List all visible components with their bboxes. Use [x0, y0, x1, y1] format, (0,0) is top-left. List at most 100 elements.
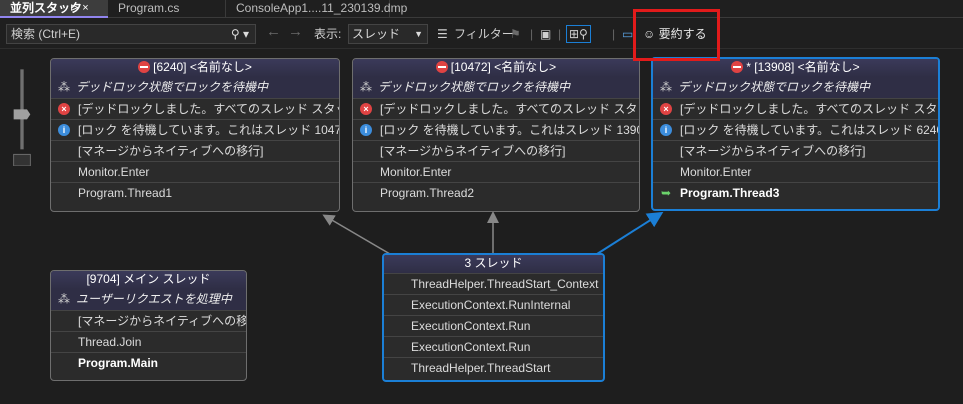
error-icon: × — [360, 103, 372, 115]
stack-frame-text: [ロック を待機しています。これはスレッド 6240 によって — [680, 123, 938, 137]
node-header: 3 スレッド — [384, 255, 603, 273]
tab-label: Program.cs — [118, 1, 180, 15]
summarize-button[interactable]: ☺ 要約する — [639, 22, 713, 47]
stack-frame[interactable]: ThreadHelper.ThreadStart_Context — [384, 273, 603, 294]
tab-parallel-stacks[interactable]: 並列スタック ⊳ × — [0, 0, 108, 18]
stack-frame[interactable]: [マネージからネイティブへの移行] — [51, 140, 339, 161]
node-status: ⁂ デッドロック状態でロックを待機中 — [51, 77, 339, 98]
save-icon[interactable]: ▭ — [622, 25, 633, 43]
node-status: ⁂ デッドロック状態でロックを待機中 — [653, 77, 938, 98]
node-header: [6240] <名前なし> — [51, 59, 339, 77]
toolbar-separator: | — [612, 27, 616, 41]
stack-frame-text: Thread.Join — [78, 335, 142, 349]
stack-frame[interactable]: Program.Main — [51, 352, 246, 373]
error-icon — [731, 61, 744, 73]
pin-close-icons[interactable]: ⊳ × — [70, 0, 89, 17]
stack-node-shared[interactable]: 3 スレッド ThreadHelper.ThreadStart_Context … — [382, 253, 605, 382]
back-arrow-icon[interactable]: ← — [266, 23, 281, 41]
toolbar: 検索 (Ctrl+E) ⚲ ▾ ← → 表示: スレッド ▼ ☰ フィルター ⚑… — [0, 19, 963, 49]
stack-frame[interactable]: ExecutionContext.Run — [384, 336, 603, 357]
stack-frame-text: [マネージからネイティブへの移行] — [680, 144, 866, 158]
node-header: [10472] <名前なし> — [353, 59, 639, 77]
info-icon: i — [360, 124, 372, 136]
stack-frame[interactable]: Monitor.Enter — [653, 161, 938, 182]
stack-frame[interactable]: i [ロック を待機しています。これはスレッド 6240 によって — [653, 119, 938, 140]
stack-frame-text: [デッドロックしました。すべてのスレッド スタックを表示す — [680, 102, 938, 116]
stack-frame[interactable]: Thread.Join — [51, 331, 246, 352]
search-input[interactable]: 検索 (Ctrl+E) ⚲ ▾ — [6, 24, 256, 44]
stack-frame-text: [ロック を待機しています。これはスレッド 10472 によって — [78, 123, 339, 137]
stack-frame-text: Program.Thread3 — [680, 186, 780, 200]
stack-frame-text: [ロック を待機しています。これはスレッド 13908 によって — [380, 123, 639, 137]
info-icon: i — [660, 124, 672, 136]
zoom-slider[interactable] — [10, 66, 34, 166]
stack-frame-text: [マネージからネイティブへの移行] — [78, 314, 246, 328]
forward-arrow-icon[interactable]: → — [288, 23, 303, 41]
stack-frame-text: ExecutionContext.RunInternal — [411, 298, 571, 312]
copilot-icon: ☺ — [643, 27, 656, 41]
error-icon — [435, 61, 448, 73]
stack-frame[interactable]: [マネージからネイティブへの移行] — [653, 140, 938, 161]
tab-label: ConsoleApp1....11_230139.dmp — [236, 1, 408, 15]
stack-frame[interactable]: ExecutionContext.RunInternal — [384, 294, 603, 315]
stack-frame-text: Monitor.Enter — [78, 165, 150, 179]
error-icon: × — [660, 103, 672, 115]
node-status: ⁂ ユーザーリクエストを処理中 — [51, 289, 246, 310]
sparkle-icon: ⁂ — [58, 292, 70, 306]
stack-frame-text: [デッドロックしました。すべてのスレッド スタックを表示す — [380, 102, 639, 116]
stack-frame[interactable]: [マネージからネイティブへの移行] — [353, 140, 639, 161]
method-view-icon[interactable]: ⊞⚲ — [566, 25, 591, 43]
stack-frame-text: Monitor.Enter — [680, 165, 752, 179]
tab-program-cs[interactable]: Program.cs — [108, 0, 226, 18]
filter-icon[interactable]: ☰ — [437, 25, 448, 43]
stack-node-thread-10472[interactable]: [10472] <名前なし> ⁂ デッドロック状態でロックを待機中 × [デッドロッ… — [352, 58, 640, 212]
node-header: * [13908] <名前なし> — [653, 59, 938, 77]
stack-frame-text: ExecutionContext.Run — [411, 340, 531, 354]
chevron-down-icon: ▼ — [414, 29, 423, 39]
stack-frame-text: [デッドロックしました。すべてのスレッド スタックを表示す — [78, 102, 339, 116]
current-frame-arrow-icon: ➥ — [660, 186, 672, 200]
stack-frame[interactable]: Program.Thread1 — [51, 182, 339, 203]
sparkle-icon: ⁂ — [660, 80, 672, 94]
stack-frame[interactable]: ExecutionContext.Run — [384, 315, 603, 336]
external-code-icon[interactable]: ▣ — [540, 25, 551, 43]
stack-frame-text: Program.Thread1 — [78, 186, 173, 200]
tab-dump-file[interactable]: ConsoleApp1....11_230139.dmp — [226, 0, 407, 18]
filter-label[interactable]: フィルター — [454, 25, 514, 43]
stack-frame-current[interactable]: ➥ Program.Thread3 — [653, 182, 938, 203]
stack-frame[interactable]: × [デッドロックしました。すべてのスレッド スタックを表示す — [51, 98, 339, 119]
stack-frame-text: [マネージからネイティブへの移行] — [380, 144, 566, 158]
node-status-text: ユーザーリクエストを処理中 — [76, 292, 232, 306]
node-header-text: * [13908] <名前なし> — [746, 60, 860, 74]
node-status: ⁂ デッドロック状態でロックを待機中 — [353, 77, 639, 98]
search-icon[interactable]: ⚲ ▾ — [231, 25, 249, 43]
stack-frame[interactable]: × [デッドロックしました。すべてのスレッド スタックを表示す — [653, 98, 938, 119]
view-dropdown[interactable]: スレッド ▼ — [348, 24, 428, 44]
stack-frame[interactable]: Monitor.Enter — [51, 161, 339, 182]
node-header-text: [10472] <名前なし> — [450, 60, 557, 74]
stack-frame-text: Program.Thread2 — [380, 186, 475, 200]
node-header: [9704] メイン スレッド — [51, 271, 246, 289]
stack-node-thread-9704[interactable]: [9704] メイン スレッド ⁂ ユーザーリクエストを処理中 [マネージからネイ… — [50, 270, 247, 381]
stack-node-thread-13908[interactable]: * [13908] <名前なし> ⁂ デッドロック状態でロックを待機中 × [デッド… — [651, 57, 940, 211]
search-placeholder: 検索 (Ctrl+E) — [11, 27, 81, 41]
stack-frame[interactable]: i [ロック を待機しています。これはスレッド 10472 によって — [51, 119, 339, 140]
node-header-text: 3 スレッド — [464, 256, 523, 270]
stack-frame[interactable]: ThreadHelper.ThreadStart — [384, 357, 603, 378]
arrow-to-thread3 — [596, 211, 664, 255]
stack-frame-text: ExecutionContext.Run — [411, 319, 531, 333]
node-header-text: [9704] メイン スレッド — [86, 272, 211, 286]
stack-frame[interactable]: i [ロック を待機しています。これはスレッド 13908 によって — [353, 119, 639, 140]
flag-icon[interactable]: ⚑ — [510, 25, 521, 43]
stack-frame[interactable]: Program.Thread2 — [353, 182, 639, 203]
stack-node-thread-6240[interactable]: [6240] <名前なし> ⁂ デッドロック状態でロックを待機中 × [デッドロック… — [50, 58, 340, 212]
stack-frame[interactable]: × [デッドロックしました。すべてのスレッド スタックを表示す — [353, 98, 639, 119]
toolbar-separator: | — [530, 27, 534, 41]
stack-frame[interactable]: [マネージからネイティブへの移行] — [51, 310, 246, 331]
stack-frame-text: Program.Main — [78, 356, 159, 370]
stack-frame-text: [マネージからネイティブへの移行] — [78, 144, 264, 158]
sparkle-icon: ⁂ — [58, 80, 70, 94]
info-icon: i — [58, 124, 70, 136]
node-header-text: [6240] <名前なし> — [153, 60, 252, 74]
stack-frame[interactable]: Monitor.Enter — [353, 161, 639, 182]
